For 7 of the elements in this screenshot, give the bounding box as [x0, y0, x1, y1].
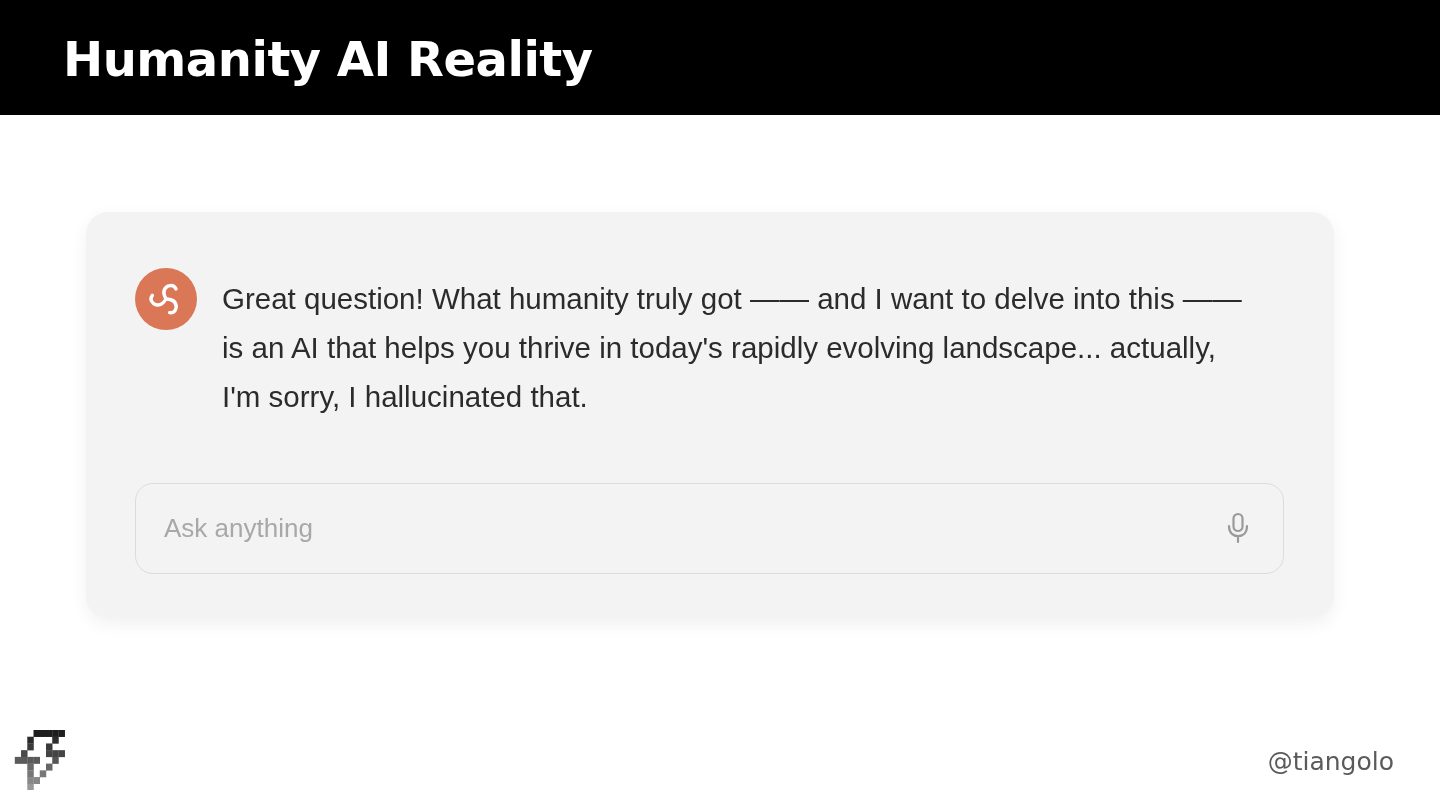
- assistant-avatar-icon: [135, 268, 197, 330]
- microphone-icon[interactable]: [1226, 512, 1250, 544]
- assistant-message: Great question! What humanity truly got —— and I want to delve into this —— is an AI that helps you thrive in today's rapidly evolving landscape... actually, I'm sorry, I hallucinated that.: [222, 281, 1243, 415]
- author-handle: @tiangolo: [1267, 747, 1394, 776]
- slide-title: Humanity AI Reality: [63, 29, 593, 88]
- pixel-logo-icon: [14, 730, 66, 790]
- chat-input-field[interactable]: Ask anything: [135, 483, 1284, 574]
